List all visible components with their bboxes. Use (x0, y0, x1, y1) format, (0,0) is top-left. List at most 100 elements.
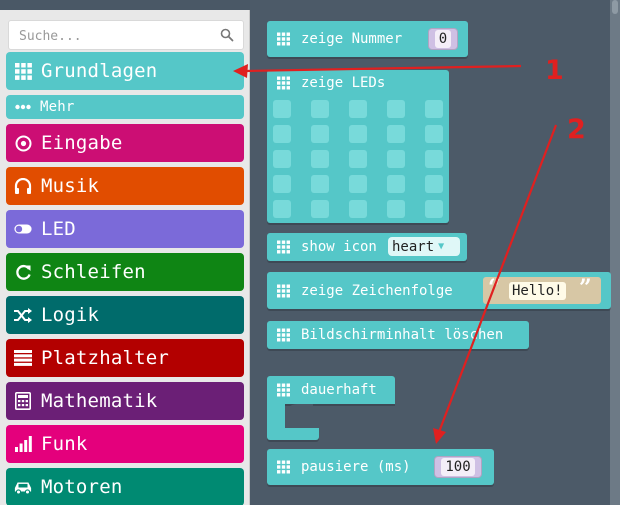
target-icon (14, 134, 32, 152)
led-cell[interactable] (425, 150, 443, 168)
icon-dropdown[interactable]: heart ▼ (388, 237, 460, 256)
pause-ms-input[interactable]: 100 (434, 456, 482, 478)
led-cell[interactable] (425, 200, 443, 218)
scrollbar-thumb[interactable] (612, 0, 618, 14)
led-cell[interactable] (387, 125, 405, 143)
toolbox: Grundlagen Mehr Eingabe (0, 10, 250, 505)
led-cell[interactable] (273, 125, 291, 143)
category-label: Funk (41, 433, 88, 455)
category-logik[interactable]: Logik (6, 296, 244, 334)
block-label: zeige Nummer (301, 31, 403, 47)
category-label: Mehr (40, 99, 75, 115)
category-label: Eingabe (41, 132, 123, 154)
led-cell[interactable] (311, 100, 329, 118)
close-quote-icon: ” (579, 275, 592, 301)
led-cell[interactable] (311, 125, 329, 143)
led-cell[interactable] (273, 175, 291, 193)
block-label: show icon (301, 239, 377, 255)
category-musik[interactable]: Musik (6, 167, 244, 205)
list-icon (14, 349, 32, 367)
grid-icon (277, 32, 290, 46)
grid-icon (277, 284, 290, 297)
headphones-icon (14, 177, 32, 195)
category-schleifen[interactable]: Schleifen (6, 253, 244, 291)
dots-icon (14, 98, 32, 116)
led-cell[interactable] (311, 200, 329, 218)
led-cell[interactable] (425, 125, 443, 143)
category-label: Grundlagen (41, 60, 158, 82)
grid-icon (277, 328, 290, 342)
search-icon[interactable] (220, 28, 234, 42)
grid-icon (277, 383, 290, 397)
led-cell[interactable] (349, 100, 367, 118)
grid-icon (277, 76, 290, 90)
string-value[interactable]: Hello! (509, 282, 566, 300)
block-show-leds[interactable]: zeige LEDs (267, 70, 449, 223)
category-grundlagen[interactable]: Grundlagen (6, 52, 244, 90)
forever-slot (285, 404, 313, 428)
category-mehr[interactable]: Mehr (6, 95, 244, 119)
shuffle-icon (14, 306, 32, 324)
led-cell[interactable] (349, 200, 367, 218)
category-eingabe[interactable]: Eingabe (6, 124, 244, 162)
led-cell[interactable] (273, 150, 291, 168)
category-motoren[interactable]: Motoren (6, 468, 244, 505)
led-cell[interactable] (273, 200, 291, 218)
string-input[interactable]: “ Hello! ” (483, 275, 601, 304)
category-label: LED (41, 218, 76, 240)
category-mathematik[interactable]: Mathematik (6, 382, 244, 420)
block-show-icon[interactable]: show icon heart ▼ (267, 233, 467, 261)
forever-arm (267, 402, 285, 430)
signal-icon (14, 435, 32, 453)
search-input[interactable] (17, 21, 211, 51)
number-input[interactable]: 0 (428, 28, 458, 50)
block-label: zeige Zeichenfolge (301, 282, 453, 299)
annotation-marker-2: 2 (567, 114, 586, 145)
led-cell[interactable] (311, 175, 329, 193)
block-pause[interactable]: pausiere (ms) 100 (267, 449, 494, 485)
led-cell[interactable] (349, 125, 367, 143)
led-cell[interactable] (425, 100, 443, 118)
workspace-scrollbar[interactable] (610, 0, 620, 505)
block-label: dauerhaft (301, 382, 377, 398)
led-cell[interactable] (311, 150, 329, 168)
calculator-icon (14, 392, 32, 410)
chevron-down-icon: ▼ (438, 241, 445, 252)
annotation-marker-1: 1 (545, 55, 564, 86)
car-icon (14, 478, 32, 496)
pause-ms-value[interactable]: 100 (441, 458, 475, 476)
led-cell[interactable] (349, 175, 367, 193)
category-platzhalter[interactable]: Platzhalter (6, 339, 244, 377)
open-quote-icon: “ (488, 275, 501, 301)
category-label: Platzhalter (41, 347, 170, 369)
led-cell[interactable] (387, 175, 405, 193)
category-label: Motoren (41, 476, 123, 498)
grid-icon (14, 62, 32, 80)
grid-icon (277, 460, 290, 474)
block-show-string[interactable]: zeige Zeichenfolge “ Hello! ” (267, 272, 611, 309)
category-label: Logik (41, 304, 100, 326)
icon-dropdown-value: heart (392, 238, 435, 255)
number-value[interactable]: 0 (434, 30, 452, 48)
block-label: zeige LEDs (301, 75, 386, 91)
page: Grundlagen Mehr Eingabe (0, 0, 620, 505)
led-cell[interactable] (387, 150, 405, 168)
category-funk[interactable]: Funk (6, 425, 244, 463)
block-label: Bildschirminhalt löschen (301, 327, 504, 343)
led-cell[interactable] (273, 100, 291, 118)
led-cell[interactable] (349, 150, 367, 168)
led-cell[interactable] (425, 175, 443, 193)
block-clear-screen[interactable]: Bildschirminhalt löschen (267, 321, 529, 349)
block-label: pausiere (ms) (301, 459, 411, 475)
category-label: Musik (41, 175, 100, 197)
refresh-icon (14, 263, 32, 281)
search-box[interactable] (8, 20, 244, 51)
category-label: Schleifen (41, 261, 146, 283)
block-show-number[interactable]: zeige Nummer 0 (267, 21, 468, 57)
category-led[interactable]: LED (6, 210, 244, 248)
led-cell[interactable] (387, 100, 405, 118)
category-label: Mathematik (41, 390, 158, 412)
forever-header[interactable]: dauerhaft (267, 376, 395, 404)
led-cell[interactable] (387, 200, 405, 218)
grid-icon (277, 240, 290, 254)
